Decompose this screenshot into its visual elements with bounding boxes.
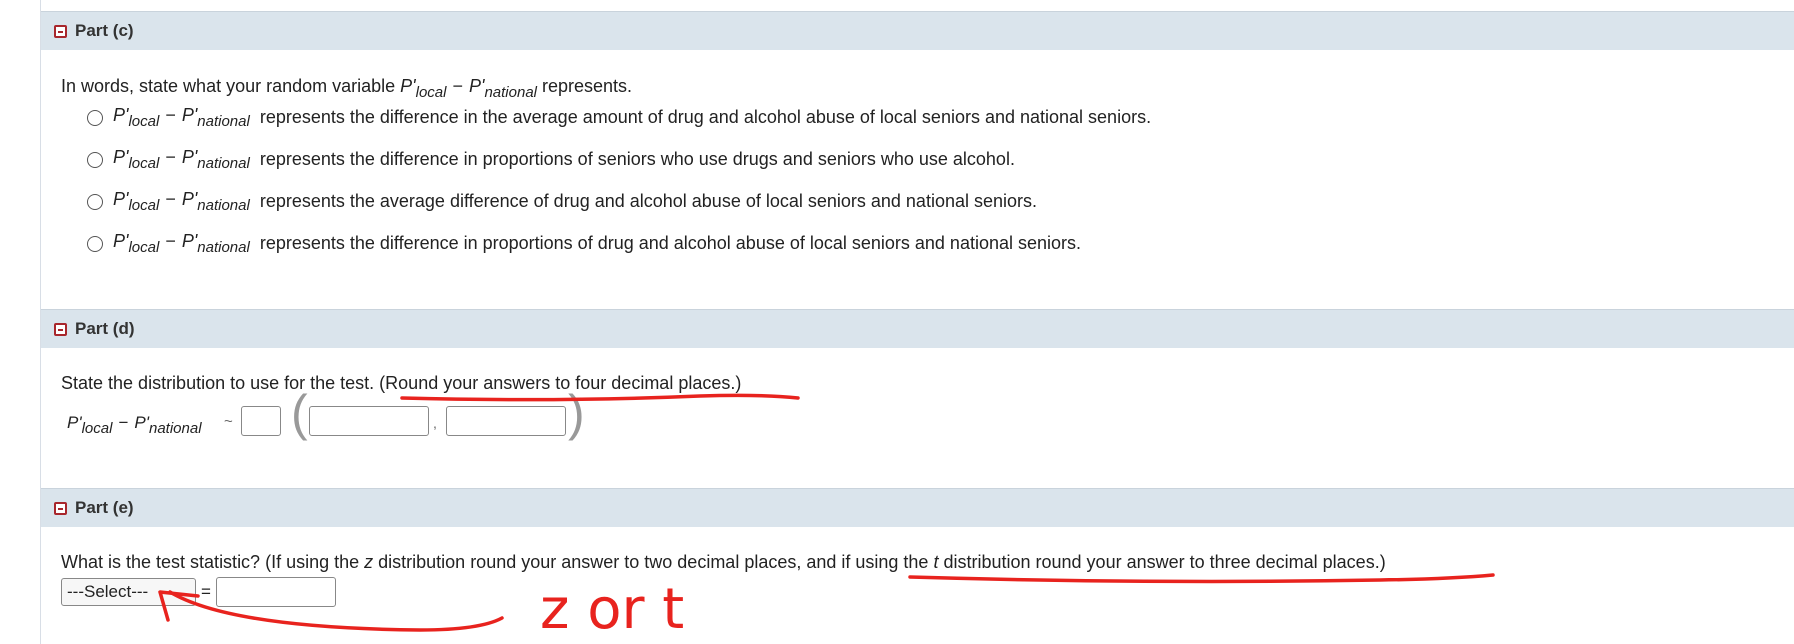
- prompt-text: In words, state what your random variabl…: [61, 76, 401, 96]
- option-label: represents the difference in the average…: [259, 107, 1152, 127]
- collapse-icon[interactable]: [54, 322, 67, 336]
- mean-input[interactable]: [309, 406, 429, 436]
- option-label: represents the average difference of dru…: [259, 191, 1038, 211]
- question-frame: Part (c) In words, state what your rando…: [40, 0, 1794, 644]
- option-variable: P'local − P'national: [113, 189, 250, 214]
- radio-button[interactable]: [87, 151, 103, 168]
- option-4[interactable]: P'local − P'national represents the differ…: [87, 231, 1081, 256]
- option-3[interactable]: P'local − P'national represents the averag…: [87, 189, 1037, 214]
- part-d-prompt: State the distribution to use for the te…: [61, 373, 742, 393]
- part-e-title: Part (e): [75, 498, 134, 517]
- prompt-text-end: represents.: [542, 76, 633, 96]
- option-label: represents the difference in proportions…: [259, 149, 1015, 169]
- collapse-icon[interactable]: [54, 501, 67, 515]
- option-2[interactable]: P'local − P'national represents the differ…: [87, 147, 1015, 172]
- radio-button[interactable]: [87, 193, 103, 210]
- tilde-symbol: ~: [224, 413, 233, 430]
- test-statistic-input[interactable]: [216, 577, 336, 607]
- collapse-icon[interactable]: [54, 24, 67, 38]
- option-label: represents the difference in proportions…: [259, 233, 1082, 253]
- statistic-select[interactable]: ---Select---: [61, 578, 196, 606]
- option-1[interactable]: P'local − P'national represents the differ…: [87, 105, 1151, 130]
- part-d-title: Part (d): [75, 319, 135, 338]
- std-dev-input[interactable]: [446, 406, 566, 436]
- comma: ,: [433, 415, 437, 431]
- distribution-type-input[interactable]: [241, 406, 281, 436]
- left-paren: (: [291, 385, 308, 441]
- radio-button[interactable]: [87, 235, 103, 252]
- part-d-header[interactable]: Part (d): [41, 309, 1794, 348]
- equals-sign: =: [201, 582, 211, 601]
- radio-button[interactable]: [87, 109, 103, 126]
- right-paren: ): [568, 385, 585, 441]
- part-c-prompt: In words, state what your random variabl…: [61, 76, 632, 101]
- part-e-header[interactable]: Part (e): [41, 488, 1794, 527]
- option-variable: P'local − P'national: [113, 231, 250, 256]
- option-variable: P'local − P'national: [113, 147, 250, 172]
- option-variable: P'local − P'national: [113, 105, 250, 130]
- part-e-prompt: What is the test statistic? (If using th…: [61, 552, 1386, 572]
- part-c-title: Part (c): [75, 21, 134, 40]
- distribution-variable: P'local − P'national: [67, 413, 202, 437]
- part-c-header[interactable]: Part (c): [41, 11, 1794, 50]
- random-variable: P'local − P'national: [400, 76, 537, 101]
